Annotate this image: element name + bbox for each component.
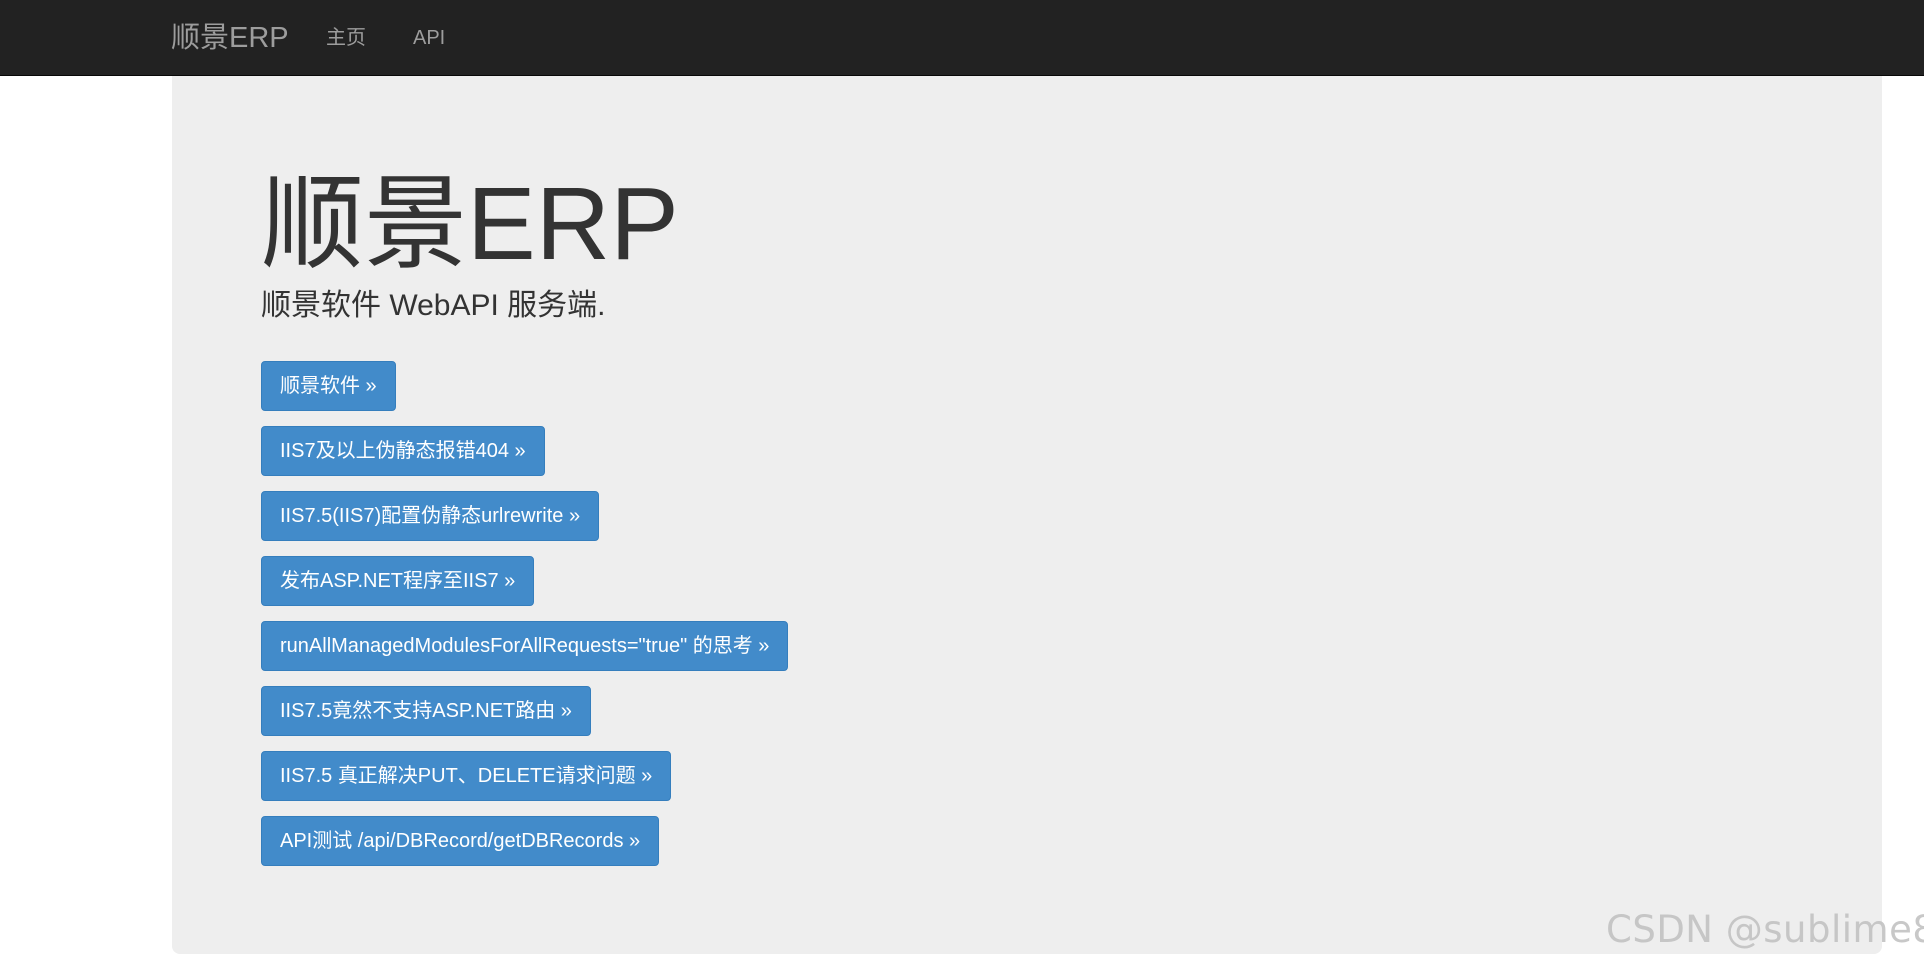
link-button-iis7-404[interactable]: IIS7及以上伪静态报错404 » <box>261 426 545 476</box>
link-button-run-all-managed-modules[interactable]: runAllManagedModulesForAllRequests="true… <box>261 621 789 671</box>
link-button-api-test[interactable]: API测试 /api/DBRecord/getDBRecords » <box>261 816 660 866</box>
top-navbar: 顺景ERP 主页 API <box>0 0 1924 76</box>
page-subtitle: 顺景软件 WebAPI 服务端. <box>261 289 606 322</box>
list-item: runAllManagedModulesForAllRequests="true… <box>261 621 789 686</box>
list-item: IIS7.5竟然不支持ASP.NET路由 » <box>261 686 788 751</box>
link-button-list: 顺景软件 » IIS7及以上伪静态报错404 » IIS7.5(IIS7)配置伪… <box>261 361 789 881</box>
link-button-put-delete[interactable]: IIS7.5 真正解决PUT、DELETE请求问题 » <box>261 751 672 801</box>
list-item: IIS7.5 真正解决PUT、DELETE请求问题 » <box>261 751 788 816</box>
list-item: IIS7及以上伪静态报错404 » <box>261 426 788 491</box>
list-item: IIS7.5(IIS7)配置伪静态urlrewrite » <box>261 491 788 556</box>
page-title: 顺景ERP <box>261 166 679 281</box>
list-item: API测试 /api/DBRecord/getDBRecords » <box>261 816 788 881</box>
jumbotron: 顺景ERP 顺景软件 WebAPI 服务端. 顺景软件 » IIS7及以上伪静态… <box>172 76 1882 954</box>
nav-link-home[interactable]: 主页 <box>326 25 366 51</box>
navbar-brand[interactable]: 顺景ERP <box>171 20 289 56</box>
list-item: 顺景软件 » <box>261 361 788 426</box>
list-item: 发布ASP.NET程序至IIS7 » <box>261 556 788 621</box>
csdn-watermark: CSDN @sublime88 <box>1606 908 1924 951</box>
nav-link-api[interactable]: API <box>413 25 445 51</box>
link-button-iis75-routing[interactable]: IIS7.5竟然不支持ASP.NET路由 » <box>261 686 591 736</box>
link-button-publish-aspnet[interactable]: 发布ASP.NET程序至IIS7 » <box>261 556 535 606</box>
link-button-iis75-urlrewrite[interactable]: IIS7.5(IIS7)配置伪静态urlrewrite » <box>261 491 600 541</box>
link-button-shunjing-software[interactable]: 顺景软件 » <box>261 361 396 411</box>
